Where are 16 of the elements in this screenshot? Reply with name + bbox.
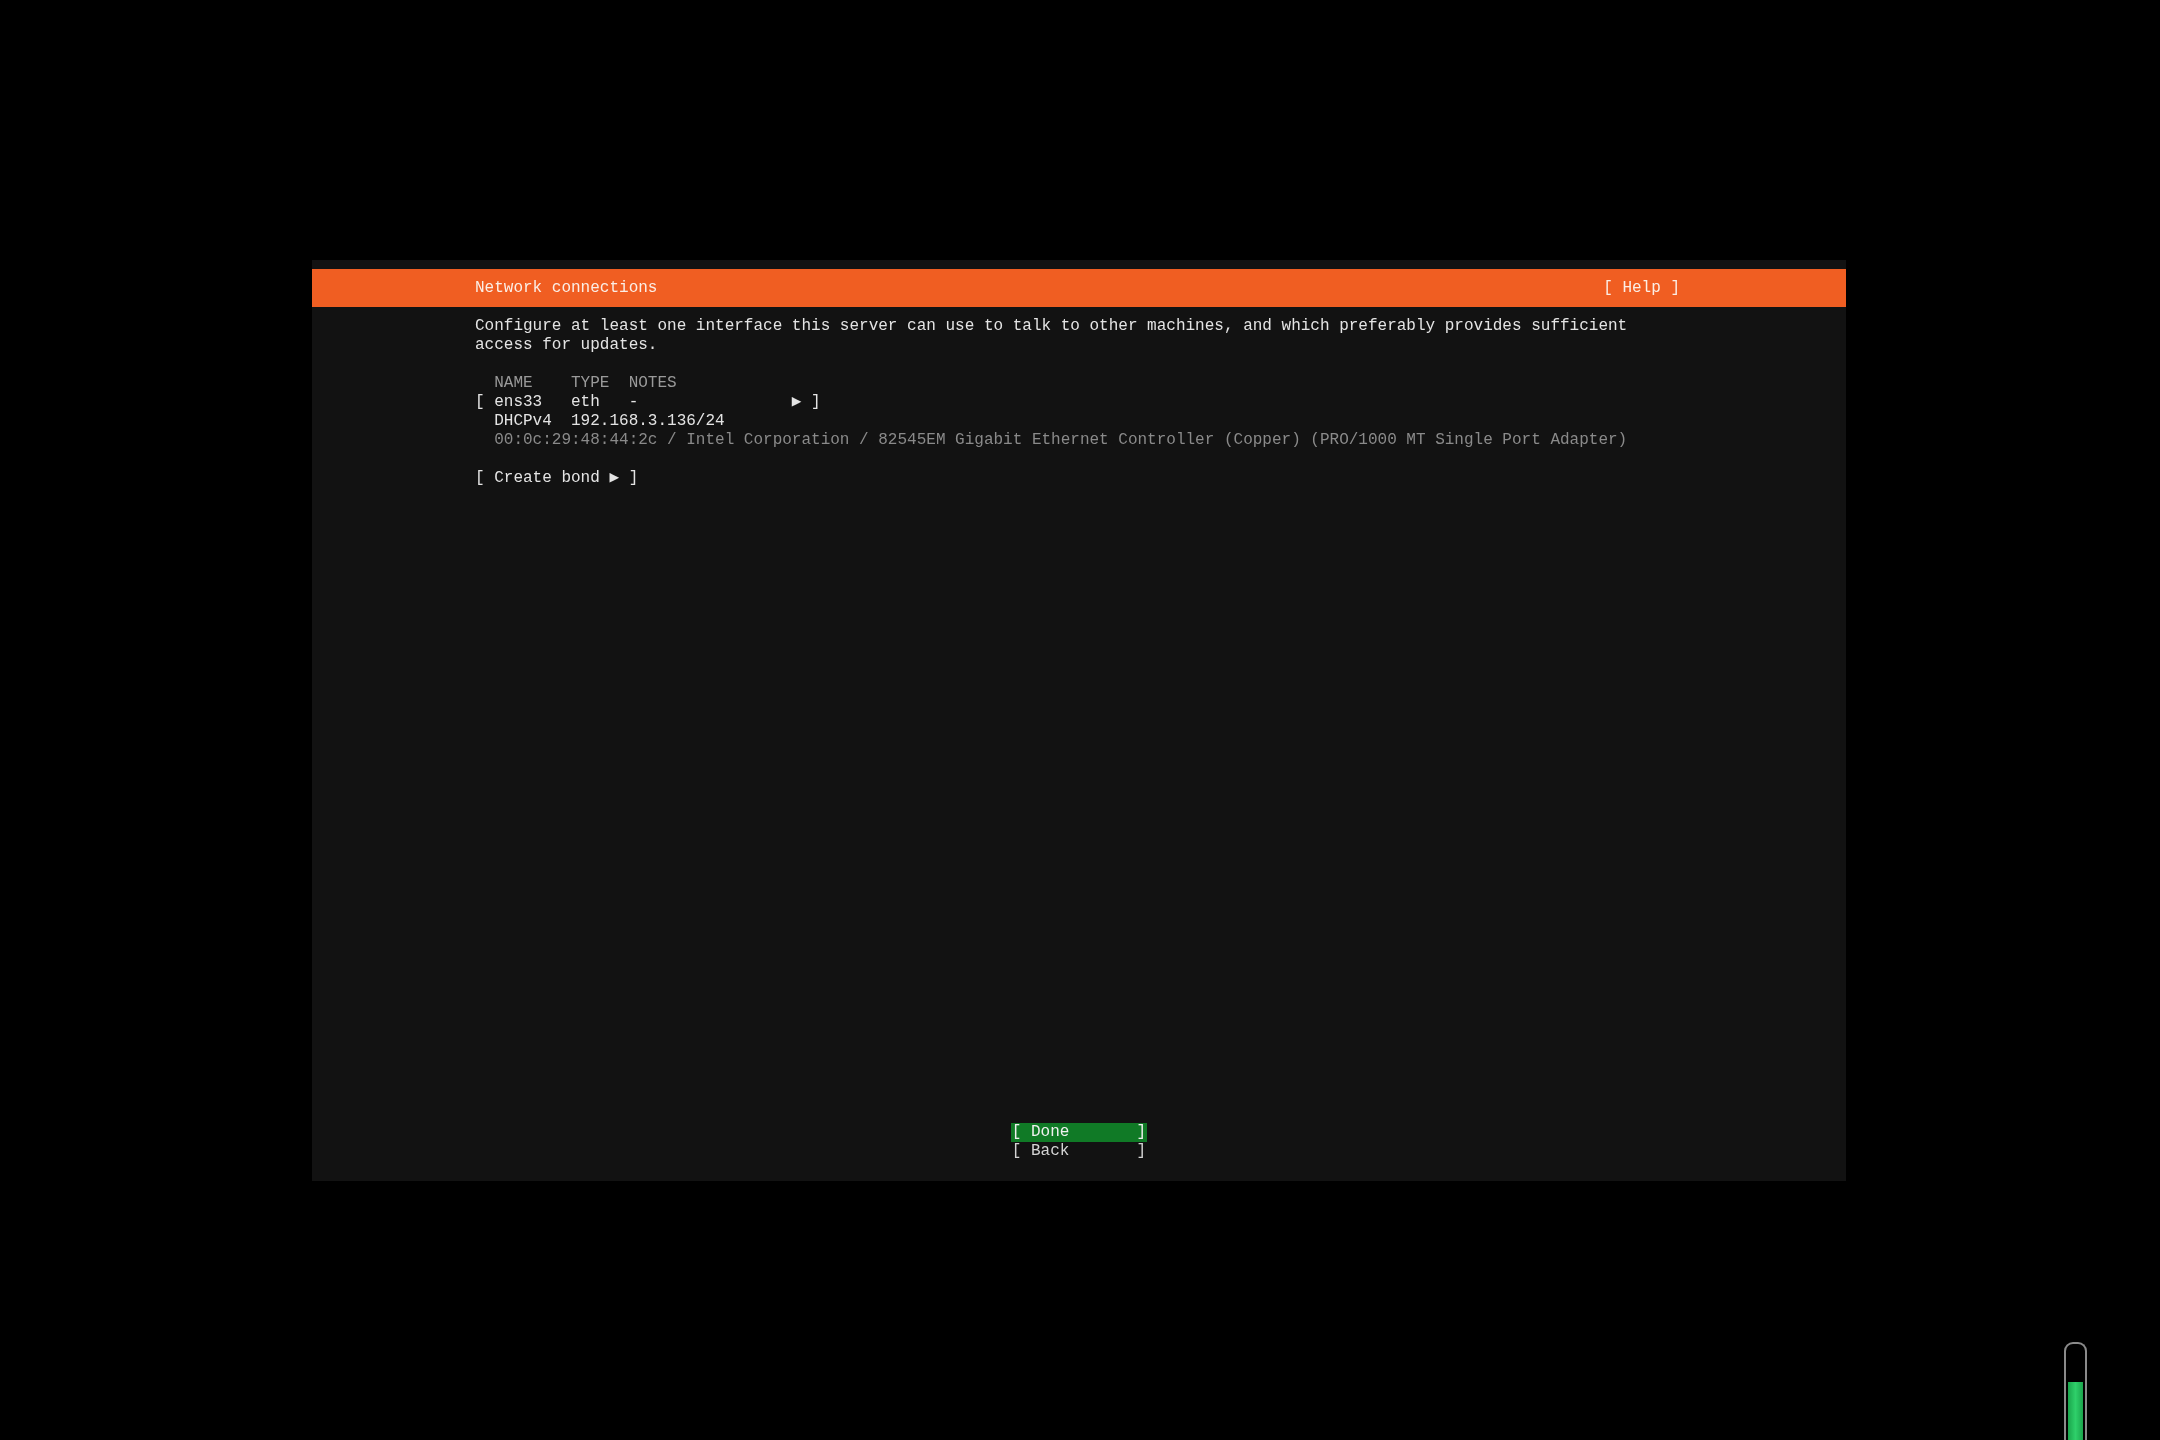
hardware-info-text: 00:0c:29:48:44:2c / Intel Corporation / 82545EM Gigabit Ethernet Controller (Copper) (PRO/1000 MT Single Port Adapter) (494, 431, 1628, 450)
description-text: Configure at least one interface this server can use to talk to other machines, and which preferably provides sufficient access for updates. (475, 317, 1629, 355)
footer-button[interactable]: [ Back ] (1010, 1142, 1148, 1161)
address-method-cell: DHCPv4 (494, 412, 552, 431)
interface-name-cell[interactable]: ens33 (494, 393, 543, 412)
screen-title: Network connections (475, 278, 658, 298)
column-header: NOTES (628, 374, 677, 393)
column-header: NAME (494, 374, 533, 393)
address-cell: 192.168.3.136/24 (571, 412, 725, 431)
create-bond-button[interactable]: [ Create bond ▶ ] (475, 469, 639, 488)
column-header: TYPE (571, 374, 610, 393)
interface-notes-cell: - (628, 393, 639, 412)
row-bracket: [ (475, 393, 485, 412)
footer-button[interactable]: [ Done ] (1010, 1123, 1148, 1142)
row-menu-arrow[interactable]: ▶ ] (791, 393, 821, 412)
interface-type-cell: eth (571, 393, 600, 412)
